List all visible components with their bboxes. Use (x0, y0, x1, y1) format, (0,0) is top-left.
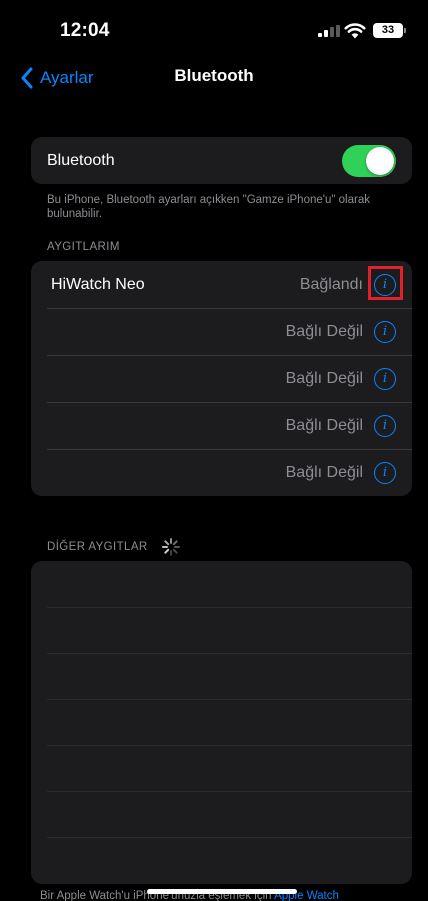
signal-icon (318, 25, 340, 37)
list-item (31, 607, 412, 653)
page-title: Bluetooth (174, 66, 254, 85)
info-icon[interactable]: i (374, 320, 396, 343)
device-row[interactable]: Bağlı Değil i (31, 308, 412, 355)
status-time: 12:04 (60, 20, 110, 41)
device-status: Bağlı Değil (285, 322, 363, 340)
list-item (31, 791, 412, 837)
list-item (31, 745, 412, 791)
device-status: Bağlı Değil (285, 369, 363, 387)
wifi-icon (344, 23, 366, 39)
other-devices-header: DİĞER AYGITLAR (47, 541, 148, 553)
device-row[interactable]: Bağlı Değil i (31, 355, 412, 402)
device-status: Bağlı Değil (285, 416, 363, 434)
device-row[interactable]: Bağlı Değil i (31, 449, 412, 496)
device-row-hiwatch-neo[interactable]: HiWatch Neo Bağlandı i (31, 261, 412, 308)
list-item (31, 653, 412, 699)
my-devices-header: AYGITLARIM (47, 241, 120, 253)
device-row[interactable]: Bağlı Değil i (31, 402, 412, 449)
bluetooth-row: Bluetooth (31, 137, 412, 184)
status-bar: 12:04 33 (0, 0, 428, 56)
other-devices-group (31, 561, 412, 884)
list-item (31, 699, 412, 745)
list-item (31, 561, 412, 607)
info-icon[interactable]: i (374, 367, 396, 390)
device-status: Bağlandı (299, 275, 363, 293)
device-status: Bağlı Değil (285, 463, 363, 481)
info-icon[interactable]: i (374, 461, 396, 484)
home-indicator[interactable] (147, 889, 297, 894)
device-name: HiWatch Neo (51, 275, 145, 293)
info-icon[interactable]: i (374, 414, 396, 437)
list-item (31, 837, 412, 883)
my-devices-group: HiWatch Neo Bağlandı i Bağlı Değil i Bağ… (31, 261, 412, 496)
bluetooth-toggle[interactable] (342, 145, 396, 177)
bluetooth-label: Bluetooth (47, 151, 115, 169)
toggle-knob (366, 147, 394, 175)
battery-icon: 33 (373, 23, 406, 38)
bluetooth-footnote: Bu iPhone, Bluetooth ayarları açıkken "G… (47, 194, 370, 220)
navigation-bar: Ayarlar Bluetooth (0, 56, 428, 100)
highlight-box (368, 266, 403, 300)
spinner-icon (162, 538, 180, 556)
bluetooth-group: Bluetooth (31, 137, 412, 184)
